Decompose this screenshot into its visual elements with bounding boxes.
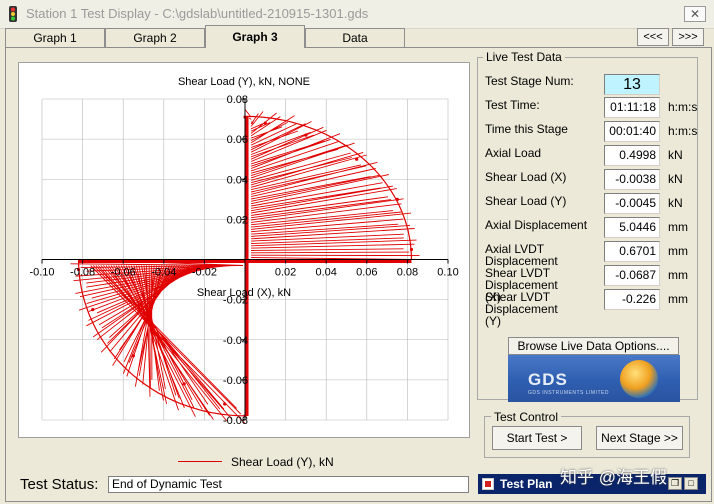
window-title: Station 1 Test Display - C:\gdslab\untit… xyxy=(26,6,369,21)
tab-graph-3[interactable]: Graph 3 xyxy=(205,25,305,48)
start-test-button[interactable]: Start Test > xyxy=(492,426,582,450)
x-tick-label: -0.08 xyxy=(70,267,95,279)
test-control-title: Test Control xyxy=(491,410,562,424)
maximize-icon[interactable]: □ xyxy=(684,477,698,490)
series-point xyxy=(263,121,267,125)
restore-icon[interactable]: ❐ xyxy=(668,477,682,490)
x-tick-label: 0.04 xyxy=(315,267,336,279)
test-plan-icon xyxy=(482,478,494,490)
tab-prev-button[interactable]: <<< xyxy=(637,28,669,46)
shear-lvdt-y-unit: mm xyxy=(668,292,688,306)
shear-load-x-value: -0.0038 xyxy=(604,169,660,190)
watermark-text: 知乎 @海王假 xyxy=(560,468,667,487)
series-point xyxy=(409,247,414,252)
series-fan-lower-left xyxy=(70,259,246,424)
stage-time-unit: h:m:s xyxy=(668,124,698,138)
test-time-value: 01:11:18 xyxy=(604,97,660,118)
x-tick-label: -0.04 xyxy=(151,267,176,279)
traffic-light-icon xyxy=(9,6,17,22)
tab-data[interactable]: Data xyxy=(305,28,405,47)
gds-logo-subtitle: GDS INSTRUMENTS LIMITED xyxy=(528,390,609,396)
axial-lvdt-label: Axial LVDT Displacement xyxy=(485,242,558,268)
shear-lvdt-x-value: -0.0687 xyxy=(604,265,660,286)
y-tick-label: 0.04 xyxy=(227,174,248,186)
shear-load-y-value: -0.0045 xyxy=(604,193,660,214)
axial-lvdt-unit: mm xyxy=(668,244,688,258)
x-tick-label: 0.08 xyxy=(397,267,418,279)
y-tick-label: -0.04 xyxy=(223,335,248,347)
test-time-label: Test Time: xyxy=(485,98,540,112)
series-point xyxy=(304,133,308,137)
stage-time-value: 00:01:40 xyxy=(604,121,660,142)
test-plan-label: Test Plan xyxy=(500,477,553,491)
axial-load-value: 0.4998 xyxy=(604,145,660,166)
next-stage-button[interactable]: Next Stage >> xyxy=(596,426,683,450)
shear-load-chart: -0.10 -0.08 -0.06 -0.04 -0.02 0.02 0.04 0.06 0.0… xyxy=(29,76,458,427)
x-tick-label: 0.10 xyxy=(437,267,458,279)
tab-next-button[interactable]: >>> xyxy=(672,28,704,46)
series-point xyxy=(131,354,135,358)
y-tick-label: -0.06 xyxy=(223,375,248,387)
series-point xyxy=(355,157,359,161)
series-point xyxy=(182,382,186,386)
gds-logo-text: GDS xyxy=(528,370,568,389)
test-status-label: Test Status: xyxy=(20,476,99,493)
shear-load-y-unit: kN xyxy=(668,196,683,210)
stage-num-value: 13 xyxy=(604,74,660,95)
y-tick-label: 0.08 xyxy=(227,94,248,106)
test-status-value: End of Dynamic Test xyxy=(108,476,469,493)
stage-time-label: Time this Stage xyxy=(485,122,568,136)
axial-displacement-unit: mm xyxy=(668,220,688,234)
series-fan-upper-right xyxy=(244,109,420,260)
shear-lvdt-y-label: Shear LVDT Displacement (Y) xyxy=(485,290,558,328)
tab-graph-2[interactable]: Graph 2 xyxy=(105,28,205,47)
axial-load-label: Axial Load xyxy=(485,146,542,160)
y-tick-label: 0.02 xyxy=(227,214,248,226)
test-time-unit: h:m:s xyxy=(668,100,698,114)
close-button[interactable]: ✕ xyxy=(684,6,706,22)
stage-num-label: Test Stage Num: xyxy=(485,74,574,88)
axial-displacement-label: Axial Displacement xyxy=(485,218,588,232)
legend-swatch xyxy=(178,461,222,462)
browse-live-data-button[interactable]: Browse Live Data Options.... xyxy=(508,337,679,355)
chart-title: Shear Load (Y), kN, NONE xyxy=(178,76,310,88)
x-tick-label: 0.06 xyxy=(356,267,377,279)
series-point xyxy=(395,197,399,201)
chart-x-label: Shear Load (X), kN xyxy=(197,287,291,299)
series-point xyxy=(223,402,227,406)
shear-lvdt-x-unit: mm xyxy=(668,268,688,282)
live-data-title: Live Test Data xyxy=(483,50,565,64)
shear-load-y-label: Shear Load (Y) xyxy=(485,194,567,208)
shear-lvdt-y-value: -0.226 xyxy=(604,289,660,310)
axial-load-unit: kN xyxy=(668,148,683,162)
x-tick-label: 0.02 xyxy=(275,267,296,279)
series-point xyxy=(91,308,95,312)
axial-displacement-value: 5.0446 xyxy=(604,217,660,238)
tab-graph-1[interactable]: Graph 1 xyxy=(5,28,105,47)
axial-lvdt-value: 0.6701 xyxy=(604,241,660,262)
y-tick-label: -0.08 xyxy=(223,415,248,427)
shear-load-x-label: Shear Load (X) xyxy=(485,170,567,184)
y-tick-label: 0.06 xyxy=(227,134,248,146)
x-tick-label: -0.02 xyxy=(192,267,217,279)
shear-load-x-unit: kN xyxy=(668,172,683,186)
globe-icon xyxy=(620,360,658,398)
x-tick-label: -0.06 xyxy=(111,267,136,279)
legend-label: Shear Load (Y), kN xyxy=(231,455,334,469)
x-tick-label: -0.10 xyxy=(29,267,54,279)
